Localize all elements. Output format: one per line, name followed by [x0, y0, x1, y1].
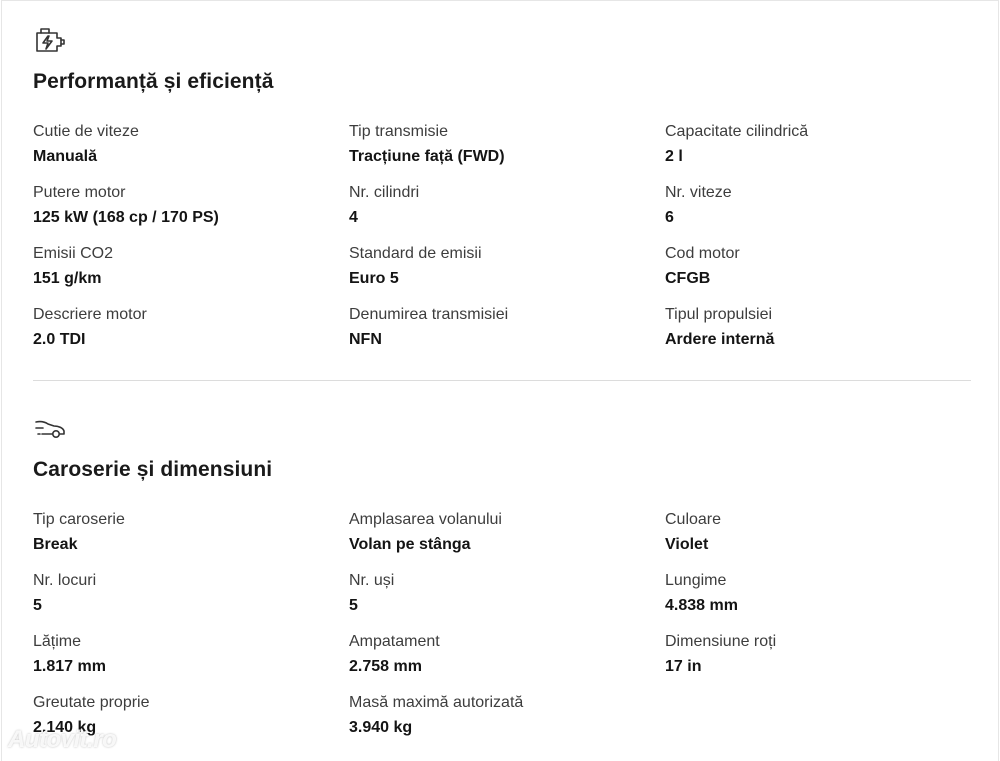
performance-specs-grid: Cutie de viteze Manuală Tip transmisie Trac… — [33, 121, 971, 365]
spec-label: Cutie de viteze — [33, 123, 139, 140]
spec-label: Nr. locuri — [33, 572, 97, 589]
body-specs-grid: Tip caroserie Break Amplasarea volanului Vo… — [33, 509, 971, 753]
spec-value: 4.838 mm — [665, 597, 738, 614]
spec-label: Amplasarea volanului — [349, 511, 502, 528]
spec-value: 1.817 mm — [33, 658, 106, 675]
spec-item: Descriere motor 2.0 TDI — [33, 304, 349, 365]
spec-value: 6 — [665, 209, 674, 226]
spec-value: Euro 5 — [349, 270, 399, 287]
section-divider — [33, 380, 971, 381]
spec-item: Standard de emisii Euro 5 — [349, 243, 665, 304]
spec-item: Ampatament 2.758 mm — [349, 631, 665, 692]
spec-value: 17 in — [665, 658, 702, 675]
spec-label: Descriere motor — [33, 306, 147, 323]
spec-item: Nr. viteze 6 — [665, 182, 971, 243]
spec-label: Nr. uși — [349, 572, 395, 589]
spec-value: Break — [33, 536, 78, 553]
performance-section: Performanță și eficiență Cutie de viteze… — [33, 24, 971, 365]
spec-label: Masă maximă autorizată — [349, 694, 524, 711]
spec-label: Capacitate cilindrică — [665, 123, 809, 140]
spec-label: Tip caroserie — [33, 511, 125, 528]
spec-value: Ardere internă — [665, 331, 775, 348]
spec-item: Putere motor 125 kW (168 cp / 170 PS) — [33, 182, 349, 243]
spec-item: Lățime 1.817 mm — [33, 631, 349, 692]
spec-item: Dimensiune roți 17 in — [665, 631, 971, 692]
spec-label: Denumirea transmisiei — [349, 306, 509, 323]
spec-label: Tip transmisie — [349, 123, 448, 140]
spec-label: Ampatament — [349, 633, 440, 650]
spec-label: Culoare — [665, 511, 722, 528]
spec-value: 2 l — [665, 148, 683, 165]
spec-item: Nr. uși 5 — [349, 570, 665, 631]
spec-item: Tip caroserie Break — [33, 509, 349, 570]
spec-item: Lungime 4.838 mm — [665, 570, 971, 631]
spec-item: Nr. cilindri 4 — [349, 182, 665, 243]
spec-value: NFN — [349, 331, 382, 348]
spec-value: 2.758 mm — [349, 658, 422, 675]
spec-value: 5 — [349, 597, 358, 614]
spec-item: Tip transmisie Tracțiune față (FWD) — [349, 121, 665, 182]
performance-title: Performanță și eficiență — [33, 70, 274, 93]
spec-label: Standard de emisii — [349, 245, 482, 262]
spec-item: Tipul propulsiei Ardere internă — [665, 304, 971, 365]
site-watermark: Autovit.ro — [8, 726, 117, 753]
spec-value: Tracțiune față (FWD) — [349, 148, 505, 165]
spec-value: 125 kW (168 cp / 170 PS) — [33, 209, 219, 226]
spec-label: Nr. cilindri — [349, 184, 420, 201]
engine-icon — [36, 28, 65, 52]
spec-label: Lățime — [33, 633, 82, 650]
body-title: Caroserie și dimensiuni — [33, 458, 273, 481]
spec-item: Amplasarea volanului Volan pe stânga — [349, 509, 665, 570]
spec-value: Volan pe stânga — [349, 536, 471, 553]
spec-label: Lungime — [665, 572, 727, 589]
spec-item: Capacitate cilindrică 2 l — [665, 121, 971, 182]
spec-value: 3.940 kg — [349, 719, 413, 736]
spec-item: Emisii CO2 151 g/km — [33, 243, 349, 304]
spec-item: Denumirea transmisiei NFN — [349, 304, 665, 365]
spec-label: Dimensiune roți — [665, 633, 777, 650]
body-section: Caroserie și dimensiuni Tip caroserie Bre… — [33, 410, 971, 753]
spec-label: Putere motor — [33, 184, 126, 201]
spec-label: Tipul propulsiei — [665, 306, 773, 323]
spec-value: 4 — [349, 209, 358, 226]
spec-item: Masă maximă autorizată 3.940 kg — [349, 692, 665, 753]
spec-label: Cod motor — [665, 245, 740, 262]
spec-label: Nr. viteze — [665, 184, 732, 201]
spec-label: Emisii CO2 — [33, 245, 114, 262]
spec-value: 2.0 TDI — [33, 331, 86, 348]
spec-item: Nr. locuri 5 — [33, 570, 349, 631]
spec-value: 5 — [33, 597, 42, 614]
spec-value: Manuală — [33, 148, 98, 165]
spec-value: Violet — [665, 536, 709, 553]
spec-item: Cod motor CFGB — [665, 243, 971, 304]
spec-value: CFGB — [665, 270, 711, 287]
spec-label: Greutate proprie — [33, 694, 150, 711]
car-icon — [35, 420, 65, 438]
spec-item: Culoare Violet — [665, 509, 971, 570]
spec-value: 151 g/km — [33, 270, 102, 287]
spec-item: Cutie de viteze Manuală — [33, 121, 349, 182]
